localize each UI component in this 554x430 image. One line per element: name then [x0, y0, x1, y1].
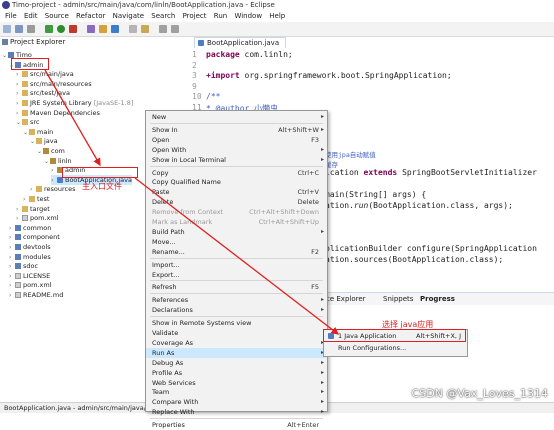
annotation-arrows	[44, 69, 340, 335]
menu-item-label: Properties	[152, 421, 185, 430]
arrow-admin-to-file	[44, 69, 101, 167]
menu-separator	[150, 418, 323, 420]
csdn-watermark: CSDN @Vax_Loves_1314	[411, 387, 548, 400]
menu-item-shortcut: Alt+Enter	[287, 421, 319, 430]
arrow-file-to-runas	[134, 177, 340, 335]
menu-item-properties[interactable]: Properties Alt+Enter	[146, 420, 327, 430]
